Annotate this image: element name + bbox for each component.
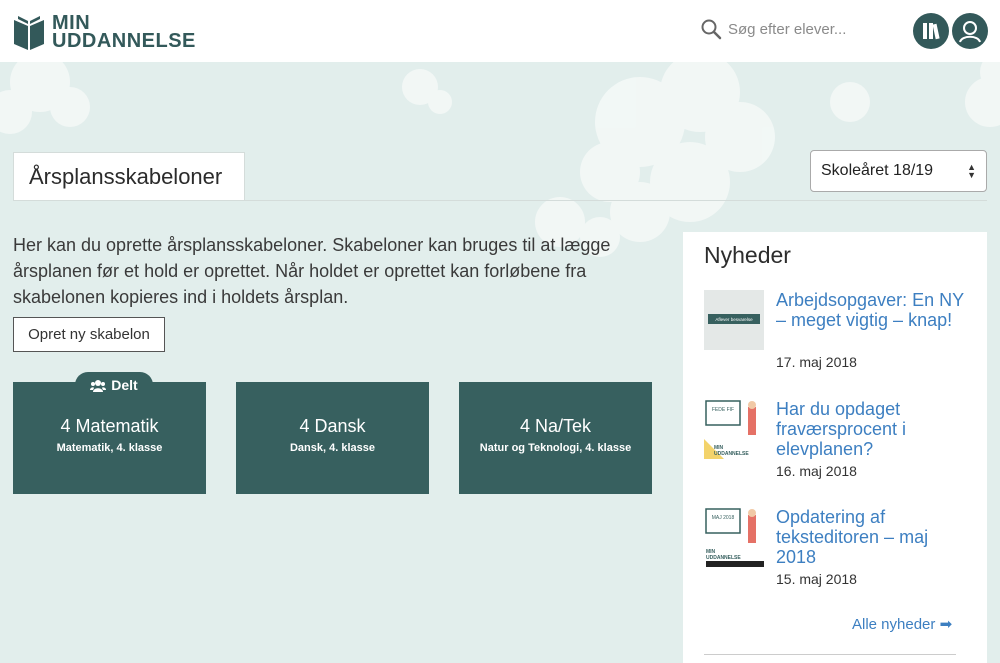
news-date: 16. maj 2018: [776, 463, 857, 479]
search-icon[interactable]: [700, 18, 722, 40]
all-news-link[interactable]: Alle nyheder ➡: [852, 615, 952, 633]
page-title: Årsplansskabeloner: [13, 152, 245, 201]
news-thumbnail[interactable]: MAJ 2018 MIN UDDANNELSE: [704, 507, 764, 567]
logo-line-2: UDDANNELSE: [52, 30, 196, 52]
news-link[interactable]: Arbejdsopgaver: En NY – meget vigtig – k…: [776, 290, 971, 330]
min-uddannelse-logo[interactable]: MIN UDDANNELSE: [12, 12, 196, 52]
shared-badge: Delt: [75, 372, 153, 398]
news-panel: Nyheder Afleveг besvarelse Arbejdsopgave…: [683, 232, 987, 663]
svg-text:MAJ 2018: MAJ 2018: [712, 515, 735, 521]
svg-text:UDDANNELSE: UDDANNELSE: [714, 451, 749, 457]
search-input[interactable]: [728, 20, 898, 38]
news-date: 17. maj 2018: [776, 354, 857, 370]
card-subtitle: Natur og Teknologi, 4. klasse: [479, 442, 632, 454]
student-search[interactable]: [700, 18, 898, 40]
card-subtitle: Dansk, 4. klasse: [289, 442, 375, 454]
news-link[interactable]: Opdatering af teksteditoren – maj 2018: [776, 507, 971, 567]
card-subtitle: Matematik, 4. klasse: [56, 442, 163, 454]
svg-text:Afleveг besvarelse: Afleveг besvarelse: [715, 317, 753, 322]
news-date: 15. maj 2018: [776, 571, 857, 587]
news-heading: Nyheder: [704, 242, 791, 268]
top-bar: MIN UDDANNELSE: [0, 0, 1000, 62]
library-icon: [923, 23, 940, 40]
news-thumbnail[interactable]: FEDE FIF MIN UDDANNELSE: [704, 399, 764, 459]
card-title: 4 Dansk: [299, 416, 366, 436]
intro-text: Her kan du oprette årsplansskabeloner. S…: [13, 235, 611, 307]
select-arrows-icon: ▲ ▼: [967, 162, 976, 180]
svg-text:FEDE FIF: FEDE FIF: [712, 407, 734, 413]
card-title: 4 Na/Tek: [519, 416, 592, 436]
profile-button[interactable]: [952, 13, 988, 49]
template-card-natek[interactable]: 4 Na/Tek Natur og Teknologi, 4. klasse: [459, 382, 652, 494]
library-button[interactable]: [913, 13, 949, 49]
card-title: 4 Matematik: [60, 416, 159, 436]
user-avatar-icon: [959, 21, 981, 43]
users-icon: [90, 379, 107, 392]
shared-badge-label: Delt: [111, 377, 138, 393]
title-divider: [13, 200, 987, 201]
school-year-select[interactable]: Skoleåret 18/19 ▲ ▼: [810, 150, 987, 192]
news-thumbnail[interactable]: Afleveг besvarelse: [704, 290, 764, 350]
create-template-button[interactable]: Opret ny skabelon: [13, 317, 165, 352]
template-card-matematik[interactable]: 4 Matematik Matematik, 4. klasse: [13, 382, 206, 494]
school-year-value: Skoleåret 18/19: [821, 162, 934, 179]
template-card-dansk[interactable]: 4 Dansk Dansk, 4. klasse: [236, 382, 429, 494]
arrow-right-icon: ➡: [939, 616, 953, 633]
all-news-label: Alle nyheder: [852, 616, 936, 633]
svg-text:UDDANNELSE: UDDANNELSE: [706, 555, 741, 561]
logo-book-icon: [14, 16, 44, 50]
news-divider: [704, 654, 956, 655]
news-link[interactable]: Har du opdaget fraværsprocent i elevplan…: [776, 399, 971, 459]
